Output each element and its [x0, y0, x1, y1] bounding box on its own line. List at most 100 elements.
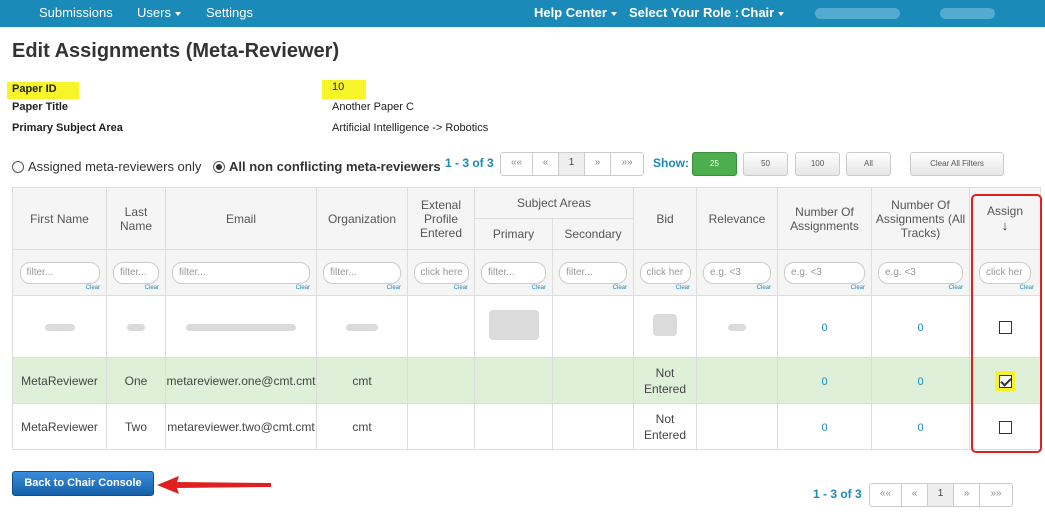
cell-secondary — [552, 295, 634, 358]
cell-external-profile — [407, 295, 475, 358]
radio-assigned-only[interactable]: Assigned meta-reviewers only — [12, 159, 201, 174]
meta-reviewers-table: First Name Last Name Email Organization … — [12, 187, 1041, 450]
clear-link[interactable]: Clear — [387, 285, 401, 291]
header-first-name[interactable]: First Name — [12, 187, 107, 250]
filter-first-name[interactable]: filter... — [19, 261, 100, 284]
show-100-button[interactable]: 100 — [795, 152, 840, 176]
number-of-assignments-all-link[interactable]: 0 — [917, 422, 923, 434]
filter-number-of-assignments-all[interactable]: e.g. <3 — [878, 261, 963, 284]
pagination-top: «« « 1 » »» — [500, 152, 644, 176]
filter-relevance[interactable]: e.g. <3 — [703, 261, 771, 284]
first-page-button[interactable]: «« — [501, 153, 533, 175]
header-number-of-assignments-all[interactable]: Number Of Assignments (All Tracks) — [871, 187, 970, 250]
nav-users-label: Users — [137, 5, 171, 20]
last-page-button[interactable]: »» — [980, 484, 1012, 506]
cell-first-name: MetaReviewer — [12, 357, 107, 404]
prev-page-button[interactable]: « — [902, 484, 928, 506]
header-bid[interactable]: Bid — [633, 187, 697, 250]
cell-relevance — [696, 357, 778, 404]
chevron-down-icon — [174, 11, 181, 16]
page-title: Edit Assignments (Meta-Reviewer) — [12, 40, 340, 62]
select-role-label: Select Your Role : — [629, 5, 740, 20]
clear-link[interactable]: Clear — [949, 285, 963, 291]
last-page-button[interactable]: »» — [611, 153, 643, 175]
clear-link[interactable]: Clear — [145, 285, 159, 291]
cell-last-name-blurred — [106, 295, 166, 358]
clear-link[interactable]: Clear — [851, 285, 865, 291]
nav-users[interactable]: Users — [137, 0, 181, 27]
logout-blurred[interactable] — [940, 8, 995, 19]
cell-organization: cmt — [316, 403, 408, 450]
clear-link[interactable]: Clear — [86, 285, 100, 291]
number-of-assignments-link[interactable]: 0 — [821, 322, 827, 334]
cell-last-name: Two — [106, 403, 166, 450]
clear-link[interactable]: Clear — [296, 285, 310, 291]
annotation-arrow-icon — [157, 476, 271, 494]
page-1-button[interactable]: 1 — [928, 484, 954, 506]
cell-first-name-blurred — [12, 295, 107, 358]
header-secondary[interactable]: Secondary — [552, 218, 634, 250]
header-email[interactable]: Email — [165, 187, 317, 250]
nav-help-center[interactable]: Help Center — [534, 0, 617, 27]
filter-primary[interactable]: filter... — [481, 261, 546, 284]
number-of-assignments-link[interactable]: 0 — [821, 376, 827, 388]
header-last-name[interactable]: Last Name — [106, 187, 166, 250]
clear-link[interactable]: Clear — [676, 285, 690, 291]
cell-first-name: MetaReviewer — [12, 403, 107, 450]
nav-submissions[interactable]: Submissions — [39, 0, 113, 27]
back-to-chair-console-button[interactable]: Back to Chair Console — [12, 471, 154, 496]
cell-email-blurred — [165, 295, 317, 358]
cell-last-name: One — [106, 357, 166, 404]
subject-area-value: Artificial Intelligence -> Robotics — [332, 122, 489, 134]
role-dropdown[interactable]: Chair — [741, 0, 785, 27]
cell-number-of-assignments-all: 0 — [871, 403, 970, 450]
filter-secondary[interactable]: filter... — [559, 261, 627, 284]
clear-link[interactable]: Clear — [454, 285, 468, 291]
filter-bid[interactable]: click her — [639, 261, 691, 284]
paper-id-label: Paper ID — [7, 82, 79, 99]
filter-organization[interactable]: filter... — [323, 261, 401, 284]
table-row: MetaReviewer Two metareviewer.two@cmt.cm… — [12, 403, 1041, 450]
header-external-profile[interactable]: Extenal Profile Entered — [407, 187, 475, 250]
clear-all-filters-button[interactable]: Clear All Filters — [910, 152, 1004, 176]
show-all-button[interactable]: All — [846, 152, 891, 176]
header-primary[interactable]: Primary — [474, 218, 553, 250]
cell-external-profile — [407, 403, 475, 450]
show-50-button[interactable]: 50 — [743, 152, 788, 176]
filter-email[interactable]: filter... — [172, 261, 310, 284]
header-subject-areas: Subject Areas — [474, 187, 634, 219]
page-1-button[interactable]: 1 — [559, 153, 585, 175]
next-page-button[interactable]: » — [954, 484, 980, 506]
header-number-of-assignments[interactable]: Number Of Assignments — [777, 187, 872, 250]
header-relevance[interactable]: Relevance — [696, 187, 778, 250]
role-value: Chair — [741, 5, 775, 20]
clear-link[interactable]: Clear — [532, 285, 546, 291]
filter-external-profile[interactable]: click here — [413, 261, 469, 284]
radio-assigned-only-label: Assigned meta-reviewers only — [28, 159, 202, 174]
cell-email: metareviewer.one@cmt.cmt — [165, 357, 317, 404]
radio-all-nonconflicting[interactable]: All non conflicting meta-reviewers — [213, 159, 441, 174]
number-of-assignments-all-link[interactable]: 0 — [917, 376, 923, 388]
first-page-button[interactable]: «« — [870, 484, 902, 506]
cell-number-of-assignments: 0 — [777, 357, 872, 404]
nav-settings[interactable]: Settings — [206, 0, 253, 27]
radio-circle[interactable] — [12, 160, 24, 173]
clear-link[interactable]: Clear — [613, 285, 627, 291]
cell-secondary — [552, 403, 634, 450]
header-organization[interactable]: Organization — [316, 187, 408, 250]
filter-last-name[interactable]: filter... — [113, 261, 159, 284]
prev-page-button[interactable]: « — [533, 153, 559, 175]
user-name-blurred[interactable] — [815, 8, 900, 19]
pagination-info-top: 1 - 3 of 3 — [445, 156, 494, 170]
subject-area-label: Primary Subject Area — [12, 122, 123, 134]
show-25-button[interactable]: 25 — [692, 152, 737, 176]
next-page-button[interactable]: » — [585, 153, 611, 175]
number-of-assignments-all-link[interactable]: 0 — [917, 322, 923, 334]
clear-link[interactable]: Clear — [757, 285, 771, 291]
cell-relevance-blurred — [696, 295, 778, 358]
cell-external-profile — [407, 357, 475, 404]
filter-number-of-assignments[interactable]: e.g. <3 — [784, 261, 865, 284]
number-of-assignments-link[interactable]: 0 — [821, 422, 827, 434]
chevron-down-icon — [778, 11, 785, 16]
radio-circle-selected[interactable] — [213, 160, 225, 173]
